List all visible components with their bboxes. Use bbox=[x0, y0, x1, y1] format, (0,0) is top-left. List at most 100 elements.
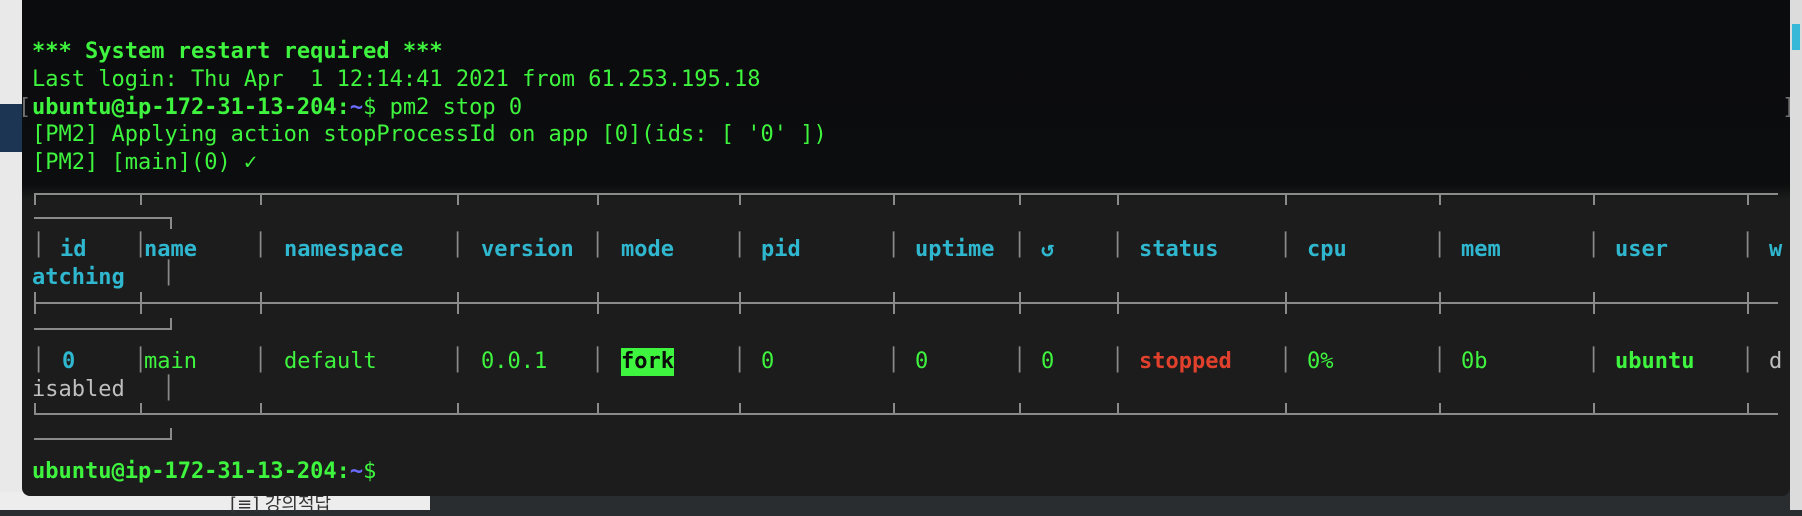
last-login-line: Last login: Thu Apr 1 12:14:41 2021 from… bbox=[32, 67, 761, 92]
col-sep: │ bbox=[733, 348, 747, 373]
cell-id: 0 bbox=[62, 349, 76, 374]
cell-mem: 0b bbox=[1461, 349, 1488, 374]
table-tick bbox=[34, 193, 36, 205]
col-sep: │ bbox=[1741, 233, 1755, 258]
col-sep: │ bbox=[591, 348, 605, 373]
table-tick bbox=[739, 292, 741, 314]
final-prompt-sep: : bbox=[336, 459, 350, 484]
table-tick bbox=[170, 217, 172, 229]
table-tick bbox=[1117, 292, 1119, 314]
header-id: id bbox=[60, 237, 87, 262]
header-watching-first: w bbox=[1769, 237, 1783, 262]
table-tick bbox=[597, 292, 599, 314]
table-border-bottom bbox=[34, 413, 1778, 415]
col-sep: │ bbox=[254, 348, 268, 373]
command-text: pm2 stop 0 bbox=[376, 95, 523, 120]
final-prompt[interactable]: ubuntu@ip-172-31-13-204:~$ bbox=[32, 458, 376, 486]
table-border-mid-stub bbox=[34, 328, 172, 330]
col-sep: │ bbox=[32, 233, 46, 258]
header-mode: mode bbox=[621, 237, 674, 262]
pm2-result-line: [PM2] [main](0) ✓ bbox=[32, 149, 257, 177]
header-version: version bbox=[481, 237, 574, 262]
table-tick bbox=[597, 403, 599, 415]
cell-version: 0.0.1 bbox=[481, 349, 548, 374]
table-border-top bbox=[34, 193, 1778, 195]
col-sep: │ bbox=[887, 233, 901, 258]
final-prompt-dollar: $ bbox=[363, 459, 377, 484]
bracket-left: [ bbox=[22, 94, 31, 122]
col-sep: │ bbox=[1013, 233, 1027, 258]
table-border-bottom-stub bbox=[34, 438, 172, 440]
col-sep: │ bbox=[1587, 348, 1601, 373]
header-watching-rest: atching bbox=[32, 265, 125, 290]
table-tick bbox=[1285, 403, 1287, 415]
table-tick bbox=[1285, 193, 1287, 205]
terminal-window[interactable]: *** System restart required *** Last log… bbox=[22, 0, 1790, 496]
desktop-right-edge bbox=[1790, 0, 1802, 510]
table-tick bbox=[1593, 193, 1595, 205]
col-sep: │ bbox=[1279, 348, 1293, 373]
cell-mode: fork bbox=[621, 348, 674, 376]
col-sep: │ bbox=[591, 233, 605, 258]
table-tick bbox=[893, 292, 895, 314]
table-border-top-stub bbox=[34, 217, 172, 219]
prompt-path: ~ bbox=[349, 95, 364, 120]
table-tick bbox=[1439, 403, 1441, 415]
cell-uptime: 0 bbox=[915, 349, 929, 374]
table-tick bbox=[1285, 292, 1287, 314]
final-prompt-path: ~ bbox=[349, 459, 364, 484]
bracket-right: ] bbox=[1782, 94, 1790, 122]
table-tick bbox=[1747, 292, 1749, 314]
col-sep: │ bbox=[1741, 348, 1755, 373]
col-sep: │ bbox=[1587, 233, 1601, 258]
header-mem: mem bbox=[1461, 237, 1501, 262]
pm2-result: [main](0) ✓ bbox=[111, 150, 258, 175]
col-sep: │ bbox=[162, 376, 176, 401]
table-tick bbox=[1117, 403, 1119, 415]
table-tick bbox=[893, 193, 895, 205]
prompt-dollar: $ bbox=[363, 95, 377, 120]
cell-watching-first: d bbox=[1769, 349, 1783, 374]
desktop-left-edge bbox=[0, 0, 24, 510]
desktop-accent bbox=[1792, 24, 1800, 50]
header-user: user bbox=[1615, 237, 1668, 262]
table-tick bbox=[140, 292, 142, 314]
table-tick bbox=[170, 318, 172, 330]
table-tick bbox=[1747, 193, 1749, 205]
table-tick bbox=[34, 403, 36, 415]
table-tick bbox=[1439, 193, 1441, 205]
restart-notice: *** System restart required *** bbox=[32, 39, 443, 64]
table-tick bbox=[739, 403, 741, 415]
col-sep: │ bbox=[451, 233, 465, 258]
col-sep: │ bbox=[1111, 348, 1125, 373]
col-sep: │ bbox=[1111, 233, 1125, 258]
cell-namespace: default bbox=[284, 349, 377, 374]
table-tick bbox=[1747, 403, 1749, 415]
table-tick bbox=[1593, 292, 1595, 314]
col-sep: │ bbox=[32, 348, 46, 373]
header-restarts: ↺ bbox=[1041, 237, 1055, 262]
col-sep: │ bbox=[1433, 348, 1447, 373]
col-sep: │ bbox=[733, 233, 747, 258]
table-tick bbox=[457, 403, 459, 415]
cell-watching-rest: isabled bbox=[32, 377, 125, 402]
cell-name: main bbox=[144, 349, 197, 374]
table-tick bbox=[457, 193, 459, 205]
table-tick bbox=[260, 292, 262, 314]
table-tick bbox=[34, 292, 36, 314]
header-name: name bbox=[144, 237, 197, 262]
table-tick bbox=[457, 292, 459, 314]
table-border-mid bbox=[34, 302, 1778, 304]
table-tick bbox=[1019, 193, 1021, 205]
table-tick bbox=[1439, 292, 1441, 314]
col-sep: │ bbox=[1433, 233, 1447, 258]
desktop-thumbnail bbox=[0, 104, 24, 152]
cell-restarts: 0 bbox=[1041, 349, 1055, 374]
pm2-prefix: [PM2] bbox=[32, 150, 112, 175]
cell-user: ubuntu bbox=[1615, 349, 1695, 374]
table-tick bbox=[1593, 403, 1595, 415]
header-cpu: cpu bbox=[1307, 237, 1347, 262]
pm2-action-line: [PM2] Applying action stopProcessId on a… bbox=[32, 122, 827, 147]
col-sep: │ bbox=[887, 348, 901, 373]
cell-cpu: 0% bbox=[1307, 349, 1334, 374]
